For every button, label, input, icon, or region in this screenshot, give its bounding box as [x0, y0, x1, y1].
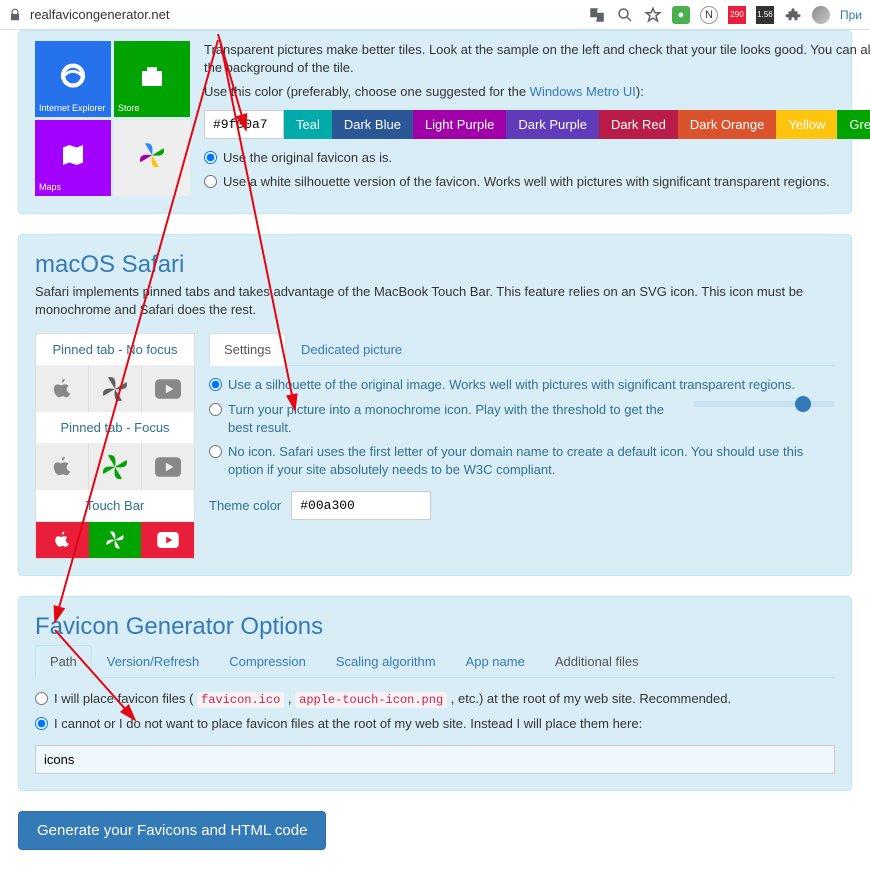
safari-title: macOS Safari [35, 251, 835, 279]
safari-radio-silhouette[interactable]: Use a silhouette of the original image. … [209, 376, 835, 394]
tile-store: Store [114, 41, 190, 117]
opt-tab-compression[interactable]: Compression [214, 645, 321, 678]
theme-color-input[interactable] [291, 491, 431, 520]
opt-tab-additional[interactable]: Additional files [540, 645, 654, 678]
touchbar-apple [36, 522, 89, 558]
pinwheel-icon-green [89, 444, 142, 490]
youtube-icon-gray [142, 366, 194, 412]
tile-app [114, 120, 190, 196]
metro-help-text-2: Use this color (preferably, choose one s… [204, 83, 870, 101]
browser-address-bar: realfavicongenerator.net ● N 290 1.56 Пр… [0, 0, 870, 30]
touchbar-youtube [141, 522, 194, 558]
metro-radio-silhouette[interactable]: Use a white silhouette version of the fa… [204, 173, 870, 191]
youtube-icon-gray [142, 444, 194, 490]
apple-icon [36, 366, 89, 412]
extensions-icon[interactable] [784, 6, 802, 24]
profile-avatar[interactable] [812, 6, 830, 24]
opt-tab-scaling[interactable]: Scaling algorithm [321, 645, 451, 678]
zoom-icon[interactable] [616, 6, 634, 24]
safari-radio-monochrome[interactable]: Turn your picture into a monochrome icon… [209, 401, 835, 437]
ext-icon-3[interactable]: 290 [728, 6, 746, 24]
swatch-dark-red[interactable]: Dark Red [599, 110, 678, 139]
tab-settings[interactable]: Settings [209, 333, 286, 366]
swatch-yellow[interactable]: Yellow [776, 110, 837, 139]
tile-ie: Internet Explorer [35, 41, 111, 117]
profile-label: При [840, 8, 862, 22]
preview-nofocus-row [36, 366, 194, 412]
preview-focus-label: Pinned tab - Focus [36, 412, 194, 444]
metro-tiles-grid: Internet Explorer Store Maps [35, 41, 190, 196]
path-radio-custom-input[interactable] [35, 717, 48, 730]
pinwheel-icon-gray [89, 366, 142, 412]
options-title: Favicon Generator Options [35, 613, 835, 641]
metro-radio-original-input[interactable] [204, 151, 217, 164]
preview-touchbar-row [36, 522, 194, 558]
safari-radio-monochrome-input[interactable] [209, 403, 222, 416]
swatch-teal[interactable]: Teal [284, 110, 332, 139]
metro-radio-silhouette-input[interactable] [204, 175, 217, 188]
safari-radio-silhouette-input[interactable] [209, 378, 222, 391]
windows-metro-section: Internet Explorer Store Maps Transparent… [18, 30, 852, 214]
options-section: Favicon Generator Options Path Version/R… [18, 596, 852, 791]
path-input[interactable] [35, 745, 835, 774]
safari-subtitle: Safari implements pinned tabs and takes … [35, 283, 835, 319]
path-radio-root[interactable]: I will place favicon files ( favicon.ico… [35, 690, 835, 709]
swatch-light-purple[interactable]: Light Purple [413, 110, 506, 139]
ext-icon-1[interactable]: ● [672, 6, 690, 24]
touchbar-pinwheel [89, 522, 142, 558]
theme-color-label: Theme color [209, 498, 281, 513]
path-radio-root-input[interactable] [35, 692, 48, 705]
metro-help-text-1: Transparent pictures make better tiles. … [204, 41, 870, 77]
opt-tab-path[interactable]: Path [35, 645, 92, 678]
opt-tab-version[interactable]: Version/Refresh [92, 645, 215, 678]
browser-extensions: ● N 290 1.56 При [588, 6, 862, 24]
safari-radio-noicon[interactable]: No icon. Safari uses the first letter of… [209, 443, 835, 479]
swatch-green[interactable]: Green [837, 110, 870, 139]
metro-color-input[interactable] [204, 110, 284, 139]
safari-preview: Pinned tab - No focus Pinned tab - Focus… [35, 333, 195, 559]
tile-maps: Maps [35, 120, 111, 196]
safari-section: macOS Safari Safari implements pinned ta… [18, 234, 852, 576]
options-tabs: Path Version/Refresh Compression Scaling… [35, 645, 835, 678]
opt-tab-appname[interactable]: App name [451, 645, 540, 678]
swatch-dark-blue[interactable]: Dark Blue [332, 110, 413, 139]
preview-focus-row [36, 444, 194, 490]
metro-color-row: Teal Dark Blue Light Purple Dark Purple … [204, 110, 870, 139]
swatch-dark-orange[interactable]: Dark Orange [678, 110, 776, 139]
swatch-dark-purple[interactable]: Dark Purple [506, 110, 599, 139]
metro-ui-link[interactable]: Windows Metro UI [530, 84, 636, 99]
preview-touchbar-label: Touch Bar [36, 490, 194, 522]
translate-icon[interactable] [588, 6, 606, 24]
generate-button[interactable]: Generate your Favicons and HTML code [18, 811, 326, 850]
apple-icon [36, 444, 89, 490]
threshold-slider[interactable] [693, 401, 835, 407]
path-radio-custom[interactable]: I cannot or I do not want to place favic… [35, 715, 835, 733]
tab-dedicated-picture[interactable]: Dedicated picture [286, 333, 417, 366]
safari-tabs: Settings Dedicated picture [209, 333, 835, 366]
metro-radio-original[interactable]: Use the original favicon as is. [204, 149, 870, 167]
star-icon[interactable] [644, 6, 662, 24]
ext-icon-2[interactable]: N [700, 6, 718, 24]
url-text[interactable]: realfavicongenerator.net [30, 7, 580, 22]
preview-nofocus-label: Pinned tab - No focus [36, 334, 194, 366]
lock-icon [8, 8, 22, 22]
safari-radio-noicon-input[interactable] [209, 445, 222, 458]
ext-icon-4[interactable]: 1.56 [756, 6, 774, 24]
